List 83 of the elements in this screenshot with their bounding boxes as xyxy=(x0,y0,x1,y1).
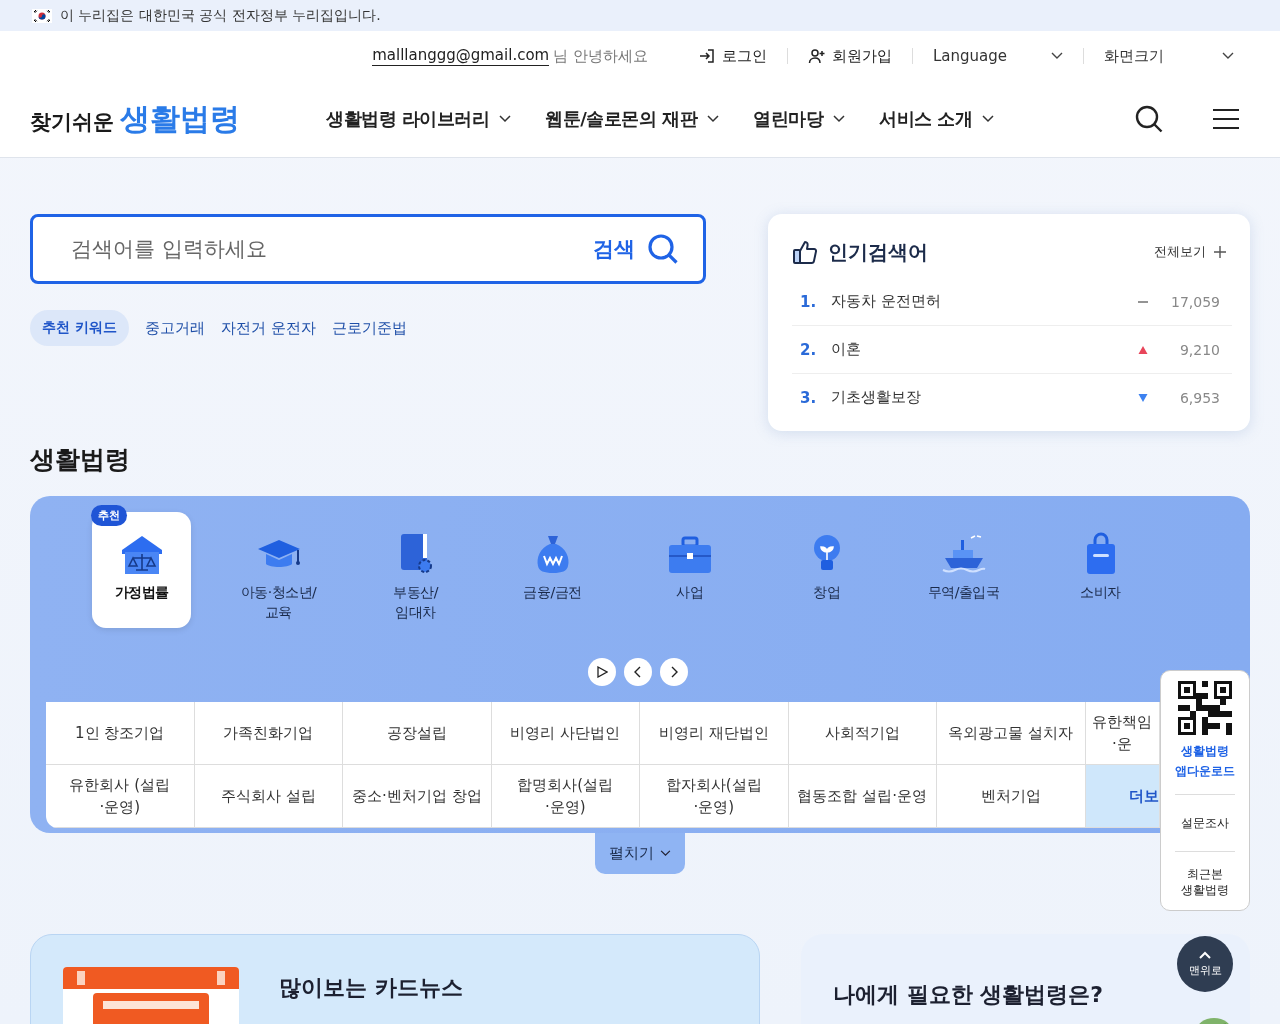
topic-link[interactable]: 합자회사(설립 ·운영) xyxy=(640,765,789,828)
search-button[interactable]: 검색 xyxy=(587,232,685,266)
search-icon xyxy=(647,233,679,265)
category-tab[interactable]: 창업 xyxy=(777,512,876,628)
email-link[interactable]: malllanggg@gmail.com xyxy=(372,46,550,66)
chevron-down-icon xyxy=(660,850,671,857)
topic-link[interactable]: 비영리 재단법인 xyxy=(640,702,789,765)
search-count: 9,210 xyxy=(1178,341,1220,358)
previous-button[interactable] xyxy=(624,658,652,686)
survey-link[interactable]: 설문조사 xyxy=(1175,794,1235,852)
category-tab[interactable]: 금융/금전 xyxy=(503,512,602,628)
menu-icon[interactable] xyxy=(1212,108,1240,130)
nav-menu-item[interactable]: 열린마당 xyxy=(753,107,846,131)
play-icon xyxy=(596,666,608,678)
recommendation-title: 나에게 필요한 생활법령은? xyxy=(833,981,1104,1009)
login-icon xyxy=(698,47,716,65)
topic-link[interactable]: 비영리 사단법인 xyxy=(491,702,640,765)
chevron-down-icon xyxy=(707,115,720,123)
topic-link[interactable]: 1인 창조기업 xyxy=(46,702,195,765)
topic-link[interactable]: 가족친화기업 xyxy=(194,702,343,765)
plus-icon xyxy=(1214,246,1226,258)
keyword-link[interactable]: 자전거 운전자 xyxy=(220,318,316,338)
user-add-icon xyxy=(808,47,826,65)
chevron-up-icon xyxy=(1199,950,1211,959)
chevron-down-icon xyxy=(982,115,995,123)
search-term-link[interactable]: 기초생활보장 xyxy=(831,388,1138,407)
signup-link[interactable]: 회원가입 xyxy=(798,46,902,66)
recommended-badge: 추천 xyxy=(91,505,127,526)
view-all-link[interactable]: 전체보기 xyxy=(1154,243,1232,261)
expand-button[interactable]: 펼치기 xyxy=(595,833,685,874)
qr-code-icon xyxy=(1178,681,1232,735)
search-count: 6,953 xyxy=(1178,389,1220,406)
keyword-label: 추천 키워드 xyxy=(30,310,129,346)
nav-menu-item[interactable]: 서비스 소개 xyxy=(879,107,995,131)
chevron-right-icon xyxy=(670,666,678,678)
chevron-down-icon xyxy=(833,115,846,123)
greeting-text: 님 안녕하세요 xyxy=(553,46,648,66)
more-link[interactable]: 더보 xyxy=(1085,765,1160,828)
category-tab[interactable]: 소비자 xyxy=(1051,512,1150,628)
topic-link[interactable]: 벤처기업 xyxy=(937,765,1086,828)
nav-menu-item[interactable]: 웹툰/솔로몬의 재판 xyxy=(545,107,720,131)
topic-link[interactable]: 중소·벤처기업 창업 xyxy=(343,765,492,828)
play-button[interactable] xyxy=(588,658,616,686)
rank-number: 1. xyxy=(800,292,818,311)
search-term-link[interactable]: 이혼 xyxy=(831,340,1138,359)
rank-number: 2. xyxy=(800,340,818,359)
topic-link[interactable]: 주식회사 설립 xyxy=(194,765,343,828)
topic-link[interactable]: 협동조합 설립·운영 xyxy=(788,765,937,828)
topic-link[interactable]: 옥외광고물 설치자 xyxy=(937,702,1086,765)
chevron-down-icon xyxy=(1051,52,1063,60)
topic-link[interactable]: 유한회사 (설립 ·운영) xyxy=(46,765,195,828)
app-download-link[interactable]: 생활법령 앱다운로드 xyxy=(1175,735,1235,795)
logo-title[interactable]: 생활법령 xyxy=(120,98,240,140)
nav-menu-item[interactable]: 생활법령 라이브러리 xyxy=(326,107,512,131)
chevron-down-icon xyxy=(1222,52,1234,60)
category-tab[interactable]: 아동·청소년/ 교육 xyxy=(229,512,328,628)
search-count: 17,059 xyxy=(1170,293,1220,310)
search-field[interactable]: 검색어를 입력하세요 검색 xyxy=(30,214,706,284)
category-tab[interactable]: 사업 xyxy=(640,512,739,628)
language-select[interactable]: Language xyxy=(923,47,1073,65)
flag-icon xyxy=(32,8,52,23)
next-button[interactable] xyxy=(660,658,688,686)
search-term-link[interactable]: 자동차 운전면허 xyxy=(831,292,1138,311)
login-link[interactable]: 로그인 xyxy=(688,46,777,66)
rank-number: 3. xyxy=(800,388,818,407)
logo-subtitle: 찾기쉬운 xyxy=(30,108,114,136)
banner-text: 이 누리집은 대한민국 공식 전자정부 누리집입니다. xyxy=(60,6,381,25)
category-tab[interactable]: 부동산/ 임대차 xyxy=(366,512,465,628)
screen-size-select[interactable]: 화면크기 xyxy=(1094,46,1244,66)
keyword-link[interactable]: 중고거래 xyxy=(144,318,205,338)
search-icon[interactable] xyxy=(1134,104,1164,134)
category-tab[interactable]: 무역/출입국 xyxy=(914,512,1013,628)
thumbs-up-icon xyxy=(792,238,820,266)
topic-link[interactable]: 사회적기업 xyxy=(788,702,937,765)
chevron-left-icon xyxy=(634,666,642,678)
keyword-link[interactable]: 근로기준법 xyxy=(331,318,407,338)
topic-link[interactable]: 공장설립 xyxy=(343,702,492,765)
card-news-title: 많이보는 카드뉴스 xyxy=(279,974,463,1002)
popular-title: 인기검색어 xyxy=(828,238,929,266)
topic-link[interactable]: 합명회사(설립 ·운영) xyxy=(491,765,640,828)
section-title: 생활법령 xyxy=(30,444,131,476)
chevron-down-icon xyxy=(499,115,512,123)
recent-laws-link[interactable]: 최근본 생활법령 xyxy=(1175,851,1235,905)
